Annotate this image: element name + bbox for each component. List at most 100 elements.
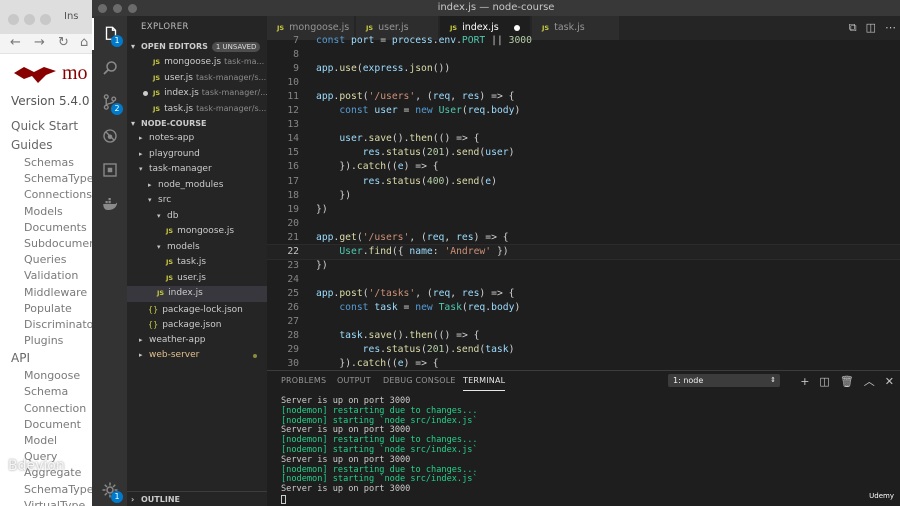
- tree-item[interactable]: ▾ task-manager: [127, 162, 267, 178]
- docs-nav-link[interactable]: Populate: [0, 301, 98, 317]
- docs-nav-link[interactable]: API: [0, 349, 98, 368]
- search-activity[interactable]: [92, 52, 127, 84]
- docs-nav-link[interactable]: Plugins: [0, 333, 98, 349]
- outline-section[interactable]: › OUTLINE: [127, 491, 267, 506]
- open-editor-item[interactable]: JS user.js task-manager/s...: [127, 70, 267, 86]
- open-editor-item[interactable]: JS index.js task-manager/...: [127, 85, 267, 101]
- version-selector[interactable]: Version 5.4.0: [11, 94, 89, 108]
- tree-item[interactable]: JS index.js: [127, 286, 267, 302]
- code-line[interactable]: 22 User.find({ name: 'Andrew' }): [267, 243, 900, 260]
- tree-item[interactable]: ▸ weather-app: [127, 333, 267, 349]
- code-line[interactable]: 30 }).catch((e) => {: [267, 357, 900, 370]
- tree-item[interactable]: ▾ models: [127, 240, 267, 256]
- docs-nav-link[interactable]: Schema: [0, 384, 98, 400]
- tree-item[interactable]: JS mongoose.js: [127, 224, 267, 240]
- reload-icon[interactable]: ↻: [58, 35, 69, 50]
- tree-item[interactable]: JS task.js: [127, 255, 267, 271]
- docs-nav-link[interactable]: Documents: [0, 220, 98, 236]
- explorer-activity[interactable]: 1: [92, 18, 127, 50]
- code-line[interactable]: 21 app.get('/users', (req, res) => {: [267, 231, 900, 245]
- docs-nav-link[interactable]: Middleware: [0, 285, 98, 301]
- docs-nav-link[interactable]: SchemaType: [0, 482, 98, 498]
- code-line[interactable]: 20: [267, 217, 900, 231]
- forward-arrow-icon[interactable]: →: [34, 35, 45, 50]
- docs-nav-link[interactable]: Quick Start: [0, 117, 98, 136]
- more-actions-icon[interactable]: ⋯: [885, 21, 896, 34]
- code-line[interactable]: 27: [267, 315, 900, 329]
- browser-window-controls[interactable]: [8, 10, 56, 29]
- open-changes-icon[interactable]: ⧉: [849, 21, 857, 34]
- code-line[interactable]: 15 res.status(201).send(user): [267, 146, 900, 160]
- docs-nav-link[interactable]: Subdocuments: [0, 236, 98, 252]
- source-control-activity[interactable]: 2: [92, 86, 127, 118]
- panel-tab-output[interactable]: OUTPUT: [337, 371, 371, 391]
- code-line[interactable]: 8: [267, 48, 900, 62]
- split-editor-icon[interactable]: ◫: [866, 21, 876, 34]
- tree-item[interactable]: ▸ notes-app: [127, 131, 267, 147]
- code-line[interactable]: 29 res.status(201).send(task): [267, 343, 900, 357]
- tree-item[interactable]: ▸ web-server: [127, 348, 267, 364]
- code-line[interactable]: 16 }).catch((e) => {: [267, 160, 900, 174]
- code-line[interactable]: 7 const port = process.env.PORT || 3000: [267, 34, 900, 48]
- tree-item-label: package.json: [162, 320, 222, 330]
- close-icon[interactable]: ✕: [885, 375, 894, 388]
- panel-tab-problems[interactable]: PROBLEMS: [281, 371, 326, 391]
- terminal-prompt[interactable]: [281, 494, 478, 505]
- code-line[interactable]: 12 const user = new User(req.body): [267, 104, 900, 118]
- tree-item[interactable]: ▾ src: [127, 193, 267, 209]
- docs-nav-link[interactable]: Discriminators: [0, 317, 98, 333]
- code-line[interactable]: 25 app.post('/tasks', (req, res) => {: [267, 287, 900, 301]
- docker-activity[interactable]: [92, 188, 127, 220]
- code-line[interactable]: 19}): [267, 203, 900, 217]
- extensions-activity[interactable]: [92, 154, 127, 186]
- docs-nav-link[interactable]: Connections: [0, 187, 98, 203]
- docs-nav-link[interactable]: Schemas: [0, 155, 98, 171]
- code-editor[interactable]: 7 const port = process.env.PORT || 3000 8 9…: [267, 35, 900, 370]
- docs-nav-link[interactable]: Mongoose: [0, 368, 98, 384]
- split-terminal-icon[interactable]: ◫: [819, 375, 829, 388]
- terminal-select[interactable]: 1: node ⇕: [668, 374, 780, 387]
- tree-item[interactable]: {} package-lock.json: [127, 302, 267, 318]
- tree-item[interactable]: ▸ playground: [127, 147, 267, 163]
- panel-tab-terminal[interactable]: TERMINAL: [463, 371, 506, 391]
- code-line[interactable]: 11 app.post('/users', (req, res) => {: [267, 90, 900, 104]
- docs-nav-link[interactable]: Document: [0, 417, 98, 433]
- docs-nav-link[interactable]: Connection: [0, 401, 98, 417]
- code-line[interactable]: 17 res.status(400).send(e): [267, 175, 900, 189]
- trash-icon[interactable]: 🗑: [840, 375, 854, 388]
- project-header[interactable]: ▾ NODE-COURSE: [127, 116, 267, 131]
- code-line[interactable]: 14 user.save().then(() => {: [267, 132, 900, 146]
- open-editor-item[interactable]: JS mongoose.js task-ma...: [127, 54, 267, 70]
- code-line[interactable]: 28 task.save().then(() => {: [267, 329, 900, 343]
- code-line[interactable]: 23}): [267, 259, 900, 273]
- code-line[interactable]: 9 app.use(express.json()): [267, 62, 900, 76]
- code-line[interactable]: 10: [267, 76, 900, 90]
- code-line[interactable]: 26 const task = new Task(req.body): [267, 301, 900, 315]
- docs-nav-link[interactable]: VirtualType: [0, 498, 98, 506]
- docs-nav-link[interactable]: Queries: [0, 252, 98, 268]
- code-line[interactable]: 18 }): [267, 189, 900, 203]
- tree-item[interactable]: ▸ node_modules: [127, 178, 267, 194]
- new-terminal-icon[interactable]: +: [800, 375, 809, 388]
- home-icon[interactable]: ⌂: [80, 35, 88, 50]
- maximize-panel-icon[interactable]: ︿: [864, 375, 875, 388]
- open-editors-header[interactable]: ▾ OPEN EDITORS 1 UNSAVED: [127, 39, 267, 54]
- panel-tab-debug-console[interactable]: DEBUG CONSOLE: [383, 371, 456, 391]
- docs-nav-link[interactable]: Models: [0, 204, 98, 220]
- tree-item-label: user.js: [177, 272, 206, 283]
- code-line[interactable]: 24: [267, 273, 900, 287]
- settings-activity[interactable]: 1: [92, 474, 127, 506]
- back-arrow-icon[interactable]: ←: [10, 35, 21, 50]
- docs-nav-link[interactable]: Validation: [0, 268, 98, 284]
- tree-item[interactable]: JS user.js: [127, 271, 267, 287]
- docs-nav-link[interactable]: Guides: [0, 136, 98, 155]
- docs-nav-link[interactable]: Model: [0, 433, 98, 449]
- debug-activity[interactable]: [92, 120, 127, 152]
- tree-item[interactable]: {} package.json: [127, 317, 267, 333]
- open-editor-item[interactable]: JS task.js task-manager/s...: [127, 101, 267, 117]
- tree-item[interactable]: ▾ db: [127, 209, 267, 225]
- terminal-output[interactable]: Server is up on port 3000 [nodemon] resta…: [281, 396, 478, 505]
- docs-nav-link[interactable]: SchemaTypes: [0, 171, 98, 187]
- browser-tab-title[interactable]: Ins: [64, 11, 79, 22]
- code-line[interactable]: 13: [267, 118, 900, 132]
